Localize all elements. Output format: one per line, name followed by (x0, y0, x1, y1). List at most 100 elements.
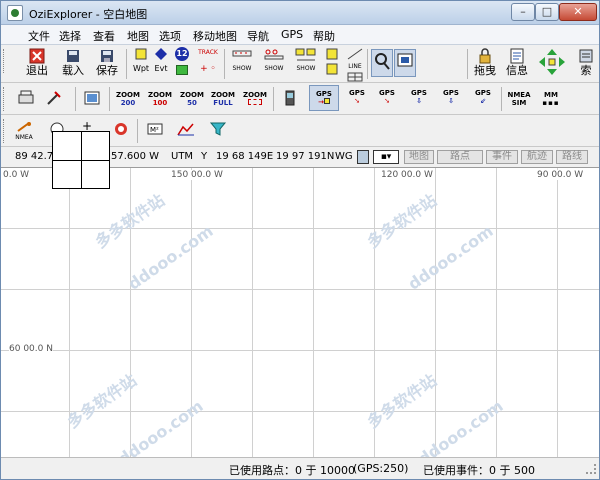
grid-line (252, 168, 253, 457)
add-remove-icon: + ◦ (200, 64, 216, 74)
toolbar-grip[interactable] (3, 49, 6, 73)
track-count-button[interactable]: 12 (172, 47, 192, 75)
gps-to-map-button[interactable]: GPS → (309, 85, 339, 111)
menu-move-map[interactable]: 移动地图 (193, 28, 237, 44)
app-icon (7, 5, 23, 21)
longitude-label: 150 00.0 W (171, 170, 223, 180)
maximize-button[interactable]: □ (535, 3, 559, 21)
minimize-button[interactable]: – (511, 3, 535, 21)
save-icon (101, 50, 113, 62)
show-events-button[interactable]: SHOW (261, 48, 287, 74)
gps-get-waypoints-button[interactable]: GPS ⇩ (407, 89, 431, 105)
gps-send-routes-button[interactable]: GPS ➘ (375, 89, 399, 105)
green-square-icon (176, 65, 188, 75)
index-button[interactable]: 索 (573, 48, 599, 76)
exit-icon (29, 48, 45, 64)
events-used-status: 已使用事件：0 于 500 (423, 464, 535, 477)
zoom-tool-button[interactable] (371, 49, 393, 77)
zoom-100-button[interactable]: ZOOM 100 (147, 91, 173, 107)
save-button[interactable]: 保存 (93, 48, 121, 76)
filter-button[interactable] (207, 121, 229, 137)
map-canvas[interactable]: 0.0 W 150 00.0 W 120 00.0 W 90 00.0 W 60… (1, 168, 599, 457)
event-button[interactable]: Evt (151, 48, 171, 74)
waypoint-button[interactable]: Wpt (131, 48, 151, 74)
easting-readout: 19 68 149E (216, 151, 274, 162)
toolbar-separator (137, 119, 138, 143)
track-list-button[interactable]: 航迹 (521, 150, 553, 164)
line-button[interactable]: LINE (345, 48, 365, 82)
toolbar-separator (224, 49, 225, 79)
picture-icon[interactable] (357, 150, 369, 164)
load-icon (67, 50, 79, 62)
menu-help[interactable]: 帮助 (313, 28, 335, 44)
gps-device-icon (285, 90, 295, 106)
select-tool-button[interactable] (394, 49, 416, 77)
moving-map-button[interactable]: MM ▪▪▪ (539, 91, 563, 107)
grid-zone: Y (201, 151, 208, 162)
zoom-box-button[interactable]: ZOOM (242, 91, 268, 107)
menu-view[interactable]: 查看 (93, 28, 115, 44)
map-list-button[interactable]: 地图 (404, 150, 434, 164)
event-icon (155, 48, 167, 60)
zoom-full-button[interactable]: ZOOM FULL (210, 91, 236, 107)
info-icon (510, 48, 524, 64)
area-button[interactable]: M² (145, 121, 165, 137)
exit-button[interactable]: 退出 (23, 48, 51, 76)
pan-arrows-button[interactable] (535, 47, 569, 77)
events-show-icon (264, 49, 284, 60)
nmea-sim-button[interactable]: NMEA SIM (505, 91, 533, 107)
grid-line (1, 289, 599, 290)
datum-readout: WG (335, 151, 353, 162)
menu-file[interactable]: 文件 (28, 28, 50, 44)
menu-navigation[interactable]: 导航 (247, 28, 269, 44)
route-list-button[interactable]: 路线 (556, 150, 588, 164)
route-button[interactable] (323, 48, 341, 78)
northing-readout: 19 97 191N (276, 151, 335, 162)
gps-setup-button[interactable] (279, 89, 301, 107)
map-window-icon (84, 91, 100, 105)
title-bar: OziExplorer - 空白地图 – □ ✕ (1, 1, 599, 25)
watermark: ddooo.com (414, 396, 507, 457)
watermark: ddooo.com (404, 221, 497, 294)
map-window-button[interactable] (81, 89, 103, 107)
longitude-label: 120 00.0 W (381, 170, 433, 180)
grid-line (435, 168, 436, 457)
longitude-readout: 57.600 W (111, 151, 160, 162)
close-button[interactable]: ✕ (559, 3, 597, 21)
profile-button[interactable] (175, 121, 197, 137)
zoom-50-button[interactable]: ZOOM 50 (179, 91, 205, 107)
menu-select[interactable]: 选择 (59, 28, 81, 44)
longitude-label: 0.0 W (3, 170, 30, 180)
gps-get-tracks-button[interactable]: GPS ⇙ (471, 89, 495, 105)
latitude-label: 60 00.0 N (9, 344, 53, 354)
track-button[interactable]: TRACK + ◦ (195, 48, 221, 74)
save-dropdown-button[interactable]: ▪▾ (373, 150, 399, 164)
main-toolbar: 退出 载入 保存 Wpt Evt 12 TRACK + ◦ SHOW SHOW … (1, 45, 599, 122)
toolbar-grip[interactable] (3, 87, 6, 111)
nmea-button[interactable]: NMEA (13, 121, 35, 143)
toolbar-grip[interactable] (3, 119, 6, 143)
drag-button[interactable]: 拖曳 (471, 48, 499, 76)
map-print-button[interactable] (15, 89, 37, 107)
event-list-button[interactable]: 事件 (486, 150, 518, 164)
grid-line (1, 228, 599, 229)
grid-type: UTM (171, 151, 194, 162)
zoom-gps-toolbar: ZOOM 200 ZOOM 100 ZOOM 50 ZOOM FULL ZOOM GPS… (1, 83, 599, 115)
info-button[interactable]: 信息 (503, 48, 531, 76)
zoom-200-button[interactable]: ZOOM 200 (115, 91, 141, 107)
lifebuoy-button[interactable] (111, 121, 131, 137)
gps-get-routes-button[interactable]: GPS ⇩ (439, 89, 463, 105)
resize-grip[interactable] (586, 464, 596, 474)
show-waypoints-button[interactable]: SHOW (229, 48, 255, 74)
load-button[interactable]: 载入 (59, 48, 87, 76)
tools-button[interactable] (43, 89, 65, 107)
window-select-icon (397, 53, 413, 67)
toolbar-separator (109, 87, 110, 111)
show-tracks-button[interactable]: SHOW (293, 48, 319, 74)
menu-map[interactable]: 地图 (127, 28, 149, 44)
menu-gps[interactable]: GPS (281, 28, 303, 41)
menu-options[interactable]: 选项 (159, 28, 181, 44)
map-overview-box[interactable] (52, 131, 110, 189)
gps-send-waypoints-button[interactable]: GPS ➘ (345, 89, 369, 105)
waypoint-list-button[interactable]: 路点 (437, 150, 483, 164)
